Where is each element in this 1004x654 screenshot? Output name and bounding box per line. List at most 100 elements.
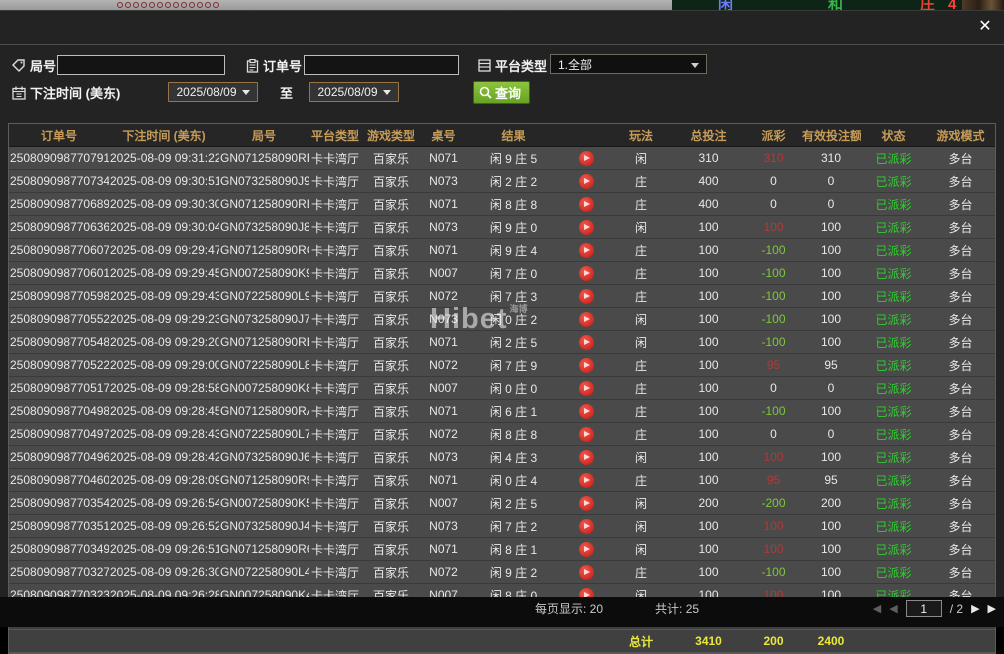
cell-mode: 多台 [926, 515, 995, 538]
total-payout: 200 [746, 630, 801, 653]
cell-payout: 95 [746, 354, 801, 377]
search-button[interactable]: 查询 [473, 81, 530, 104]
play-video-icon[interactable] [579, 266, 594, 281]
play-video-icon[interactable] [579, 358, 594, 373]
date-to-picker[interactable]: 2025/08/09 [309, 82, 399, 102]
cell-result: 闲 8 庄 8 [466, 423, 561, 446]
col-payout: 派彩 [746, 124, 801, 147]
table-row: 2508090987703542025-08-09 09:26:54GN0072… [9, 492, 995, 515]
play-video-icon[interactable] [579, 542, 594, 557]
cell-bet-time: 2025-08-09 09:28:42 [109, 446, 219, 469]
prev-page-icon[interactable]: ◀ [889, 602, 897, 616]
cell-table-no: N007 [421, 377, 466, 400]
cell-play [561, 423, 611, 446]
play-video-icon[interactable] [579, 473, 594, 488]
cell-mode: 多台 [926, 423, 995, 446]
road-bead [197, 2, 203, 8]
cell-bet-time: 2025-08-09 09:30:30 [109, 193, 219, 216]
road-bead [125, 2, 131, 8]
order-input[interactable] [304, 55, 459, 75]
cell-game-type: 百家乐 [361, 262, 421, 285]
cell-platform: 卡卡湾厅 [309, 285, 361, 308]
cell-round: GN071258090R6 [219, 538, 309, 561]
play-video-icon[interactable] [579, 289, 594, 304]
close-icon[interactable]: ✕ [976, 18, 994, 36]
play-video-icon[interactable] [579, 220, 594, 235]
play-video-icon[interactable] [579, 404, 594, 419]
play-video-icon[interactable] [579, 450, 594, 465]
cell-play [561, 308, 611, 331]
cell-result: 闲 7 庄 9 [466, 354, 561, 377]
cell-table-no: N071 [421, 147, 466, 170]
cell-table-no: N072 [421, 354, 466, 377]
col-play [561, 124, 611, 147]
cell-payout: -100 [746, 308, 801, 331]
cell-total-bet: 100 [671, 446, 746, 469]
cell-result: 闲 8 庄 8 [466, 193, 561, 216]
play-video-icon[interactable] [579, 197, 594, 212]
cell-round: GN071258090RD [219, 193, 309, 216]
cell-bet-time: 2025-08-09 09:30:51 [109, 170, 219, 193]
cell-game-type: 百家乐 [361, 446, 421, 469]
cell-round: GN073258090J7 [219, 308, 309, 331]
cell-game-type: 百家乐 [361, 193, 421, 216]
date-from-picker[interactable]: 2025/08/09 [168, 82, 258, 102]
cell-game-type: 百家乐 [361, 285, 421, 308]
cell-status: 已派彩 [861, 423, 926, 446]
first-page-icon[interactable]: ◀ [873, 602, 881, 616]
cell-round: GN073258090J4 [219, 515, 309, 538]
last-page-icon[interactable]: ▶ [988, 602, 996, 616]
calendar-icon [12, 86, 26, 100]
cell-platform: 卡卡湾厅 [309, 193, 361, 216]
play-video-icon[interactable] [579, 496, 594, 511]
cell-payout: -100 [746, 331, 801, 354]
play-video-icon[interactable] [579, 565, 594, 580]
cell-total-bet: 400 [671, 170, 746, 193]
cell-status: 已派彩 [861, 515, 926, 538]
cell-status: 已派彩 [861, 331, 926, 354]
cell-table-no: N071 [421, 469, 466, 492]
cell-bet-type: 庄 [611, 423, 671, 446]
play-video-icon[interactable] [579, 151, 594, 166]
play-video-icon[interactable] [579, 312, 594, 327]
round-input[interactable] [57, 55, 225, 75]
play-video-icon[interactable] [579, 427, 594, 442]
cell-table-no: N073 [421, 446, 466, 469]
cell-status: 已派彩 [861, 285, 926, 308]
col-valid-bet: 有效投注额 [801, 124, 861, 147]
cell-play [561, 193, 611, 216]
cell-bet-time: 2025-08-09 09:28:09 [109, 469, 219, 492]
search-button-label: 查询 [495, 83, 521, 102]
cell-mode: 多台 [926, 216, 995, 239]
cell-bet-time: 2025-08-09 09:30:04 [109, 216, 219, 239]
cell-table-no: N071 [421, 538, 466, 561]
chevron-down-icon [383, 90, 391, 95]
cell-play [561, 492, 611, 515]
play-video-icon[interactable] [579, 243, 594, 258]
play-video-icon[interactable] [579, 174, 594, 189]
next-page-icon[interactable]: ▶ [971, 602, 979, 616]
cell-status: 已派彩 [861, 492, 926, 515]
cell-play [561, 285, 611, 308]
search-icon [479, 86, 492, 99]
cell-status: 已派彩 [861, 354, 926, 377]
cell-valid-bet: 200 [801, 492, 861, 515]
cell-bet-time: 2025-08-09 09:26:51 [109, 538, 219, 561]
cell-bet-time: 2025-08-09 09:28:58 [109, 377, 219, 400]
table-row: 2508090987706012025-08-09 09:29:45GN0072… [9, 262, 995, 285]
cell-total-bet: 100 [671, 469, 746, 492]
cell-result: 闲 8 庄 1 [466, 538, 561, 561]
play-video-icon[interactable] [579, 381, 594, 396]
play-video-icon[interactable] [579, 519, 594, 534]
page-input[interactable] [906, 600, 942, 617]
cell-round: GN073258090J6 [219, 446, 309, 469]
platform-select[interactable]: 1.全部 [550, 54, 707, 74]
col-bet-time: 下注时间 (美东) [109, 124, 219, 147]
road-bead [149, 2, 155, 8]
cell-result: 闲 9 庄 0 [466, 216, 561, 239]
cell-game-type: 百家乐 [361, 538, 421, 561]
cell-round: GN073258090J8 [219, 216, 309, 239]
tag-icon [12, 59, 26, 73]
road-bead [117, 2, 123, 8]
play-video-icon[interactable] [579, 335, 594, 350]
